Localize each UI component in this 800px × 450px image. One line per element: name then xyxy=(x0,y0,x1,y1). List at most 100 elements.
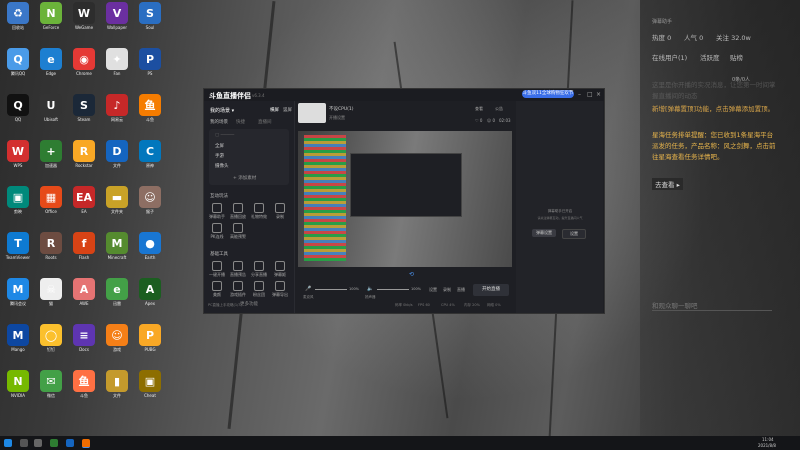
desktop-icon[interactable]: ☺ 游戏 xyxy=(101,324,133,358)
tool-button[interactable]: 美颜 xyxy=(208,281,226,298)
top-link-notice[interactable]: 公告 xyxy=(495,106,503,112)
desktop-icon[interactable]: U Ubisoft xyxy=(35,94,67,128)
desktop-icon[interactable]: ▣ 剪映 xyxy=(2,186,34,220)
desktop-icon[interactable]: ◉ Chrome xyxy=(68,48,100,82)
tab-activity[interactable]: 活跃度 xyxy=(700,52,720,62)
desktop-icon[interactable]: ≡ Docs xyxy=(68,324,100,358)
desktop-icon[interactable]: M 腾讯会议 xyxy=(2,278,34,312)
desktop-icon[interactable]: ▮ 文件 xyxy=(101,370,133,404)
desktop-icon[interactable]: V Wallpaper xyxy=(101,2,133,36)
desktop-icon[interactable]: P PUBG xyxy=(134,324,166,358)
tool-button[interactable]: 直播回放 xyxy=(229,203,247,220)
subtab-my-scene[interactable]: 我的场景 xyxy=(210,119,228,125)
top-link-settings[interactable]: 开播设置 xyxy=(329,115,345,121)
go-view-link[interactable]: 去查看 ▸ xyxy=(652,178,683,190)
desktop-icon[interactable]: M Minecraft xyxy=(101,232,133,266)
desktop-icon[interactable]: R Roots xyxy=(35,232,67,266)
subtab-quick[interactable]: 快捷 xyxy=(236,119,245,125)
desktop-icon[interactable]: ☠ 猫 xyxy=(35,278,67,312)
desktop-icon[interactable]: W WeGame xyxy=(68,2,100,36)
more-features-link[interactable]: 更多功能 xyxy=(240,301,258,307)
minimize-icon[interactable]: – xyxy=(578,91,581,98)
speaker-slider[interactable] xyxy=(377,289,409,290)
window-titlebar[interactable]: 斗鱼直播伴侣 v6.3.4 斗鱼双11全球购物狂欢节 – □ × xyxy=(204,89,604,101)
tool-button[interactable]: 礼物特效 xyxy=(250,203,268,220)
search-icon[interactable] xyxy=(20,439,28,447)
desktop-icon[interactable]: 鱼斗鱼 xyxy=(68,370,100,404)
settings-tool[interactable]: 设置 xyxy=(429,287,437,293)
subtab-room[interactable]: 直播间 xyxy=(258,119,272,125)
mic-slider[interactable] xyxy=(315,289,347,290)
scene-item-mobile[interactable]: 手游 xyxy=(215,153,224,159)
desktop-icon[interactable]: A AWE xyxy=(68,278,100,312)
close-icon[interactable]: × xyxy=(596,91,601,98)
desktop-icon[interactable]: + 加速器 xyxy=(35,140,67,174)
windows-start-icon[interactable] xyxy=(4,439,12,447)
tool-button[interactable]: 录制 xyxy=(271,203,289,220)
tool-button[interactable]: PK连线 xyxy=(208,223,226,240)
desktop-icon[interactable]: W WPS xyxy=(2,140,34,174)
desktop-icon[interactable]: ♪ 网易云 xyxy=(101,94,133,128)
desktop-icon[interactable]: f Flash xyxy=(68,232,100,266)
desktop-icon[interactable]: ▣ Cheat xyxy=(134,370,166,404)
live-tool[interactable]: 直播 xyxy=(457,287,465,293)
desktop-icon[interactable]: S Steam xyxy=(68,94,100,128)
speaker-icon[interactable]: 🔈 xyxy=(367,286,373,292)
start-live-button[interactable]: 开始直播 xyxy=(473,284,509,296)
tab-online-users[interactable]: 在线用户(1) xyxy=(652,52,687,62)
desktop-icon[interactable]: ♻ 回收站 xyxy=(2,2,34,36)
danmaku-settings-button[interactable]: 弹幕设置 xyxy=(532,229,556,237)
task-view-icon[interactable] xyxy=(34,439,42,447)
tool-button[interactable]: 弹幕导出 xyxy=(271,281,289,298)
tool-button[interactable]: 弹幕助手 xyxy=(208,203,226,220)
microphone-icon[interactable]: 🎤 xyxy=(305,286,311,292)
desktop-icon[interactable]: A Apex xyxy=(134,278,166,312)
desktop-icon[interactable]: D 文件 xyxy=(101,140,133,174)
tool-button[interactable]: 直播预告 xyxy=(229,261,247,278)
tool-button[interactable]: 游戏插件 xyxy=(229,281,247,298)
pc-guide-note[interactable]: PC直播上手攻略(1/3) xyxy=(208,303,242,308)
tool-button[interactable]: 一键开播 xyxy=(208,261,226,278)
tool-button[interactable]: 分享直播 xyxy=(250,261,268,278)
desktop-icon[interactable]: ● Earth xyxy=(134,232,166,266)
record-tool[interactable]: 录制 xyxy=(443,287,451,293)
taskbar-douyu-icon[interactable] xyxy=(82,439,90,448)
settings-button[interactable]: 设置 xyxy=(562,229,586,239)
desktop-icon[interactable]: Q 腾讯QQ xyxy=(2,48,34,82)
scene-item-camera[interactable]: 摄像头 xyxy=(215,163,229,169)
desktop-icon[interactable]: N GeForce xyxy=(35,2,67,36)
desktop-icon[interactable]: P PS xyxy=(134,48,166,82)
tab-ranking[interactable]: 贴榜 xyxy=(730,52,743,62)
desktop-icon[interactable]: ◯ 钉钉 xyxy=(35,324,67,358)
taskbar-app-icon[interactable] xyxy=(66,439,74,447)
desktop-icon[interactable]: R Rockstar xyxy=(68,140,100,174)
tab-landscape[interactable]: 横屏 xyxy=(270,107,279,113)
tab-portrait[interactable]: 竖屏 xyxy=(283,107,292,113)
add-source-button[interactable]: + 添加素材 xyxy=(233,175,256,181)
desktop-icon[interactable]: ▬ 文件夹 xyxy=(101,186,133,220)
promo-banner[interactable]: 斗鱼双11全球购物狂欢节 xyxy=(522,90,574,98)
live-preview[interactable] xyxy=(298,131,512,267)
desktop-icon[interactable]: ✦ Fan xyxy=(101,48,133,82)
desktop-icon[interactable]: C 原神 xyxy=(134,140,166,174)
desktop-icon[interactable]: e Edge xyxy=(35,48,67,82)
taskbar-app-icon[interactable] xyxy=(50,439,58,447)
desktop-icon[interactable]: T TeamViewer xyxy=(2,232,34,266)
desktop-icon[interactable]: Q QQ xyxy=(2,94,34,128)
tool-button[interactable]: 粉丝团 xyxy=(250,281,268,298)
desktop-icon[interactable]: S Soul xyxy=(134,2,166,36)
desktop-icon[interactable]: ✉ 微信 xyxy=(35,370,67,404)
desktop-icon[interactable]: ☺ 猴子 xyxy=(134,186,166,220)
desktop-icon[interactable]: 鱼斗鱼 xyxy=(134,94,166,128)
chat-input[interactable]: 和观众聊一聊吧 xyxy=(652,300,772,311)
desktop-icon[interactable]: e 迅雷 xyxy=(101,278,133,312)
desktop-icon[interactable]: EA EA xyxy=(68,186,100,220)
desktop-icon[interactable]: M Mango xyxy=(2,324,34,358)
desktop-icon[interactable]: ▦ Office xyxy=(35,186,67,220)
desktop-icon[interactable]: N NVIDIA xyxy=(2,370,34,404)
source-thumbnail[interactable] xyxy=(298,103,326,123)
scene-title[interactable]: 我的场景 ▾ xyxy=(210,107,234,114)
tool-button[interactable]: 弹幕姬 xyxy=(271,261,289,278)
tool-button[interactable]: 高能预警 xyxy=(229,223,247,240)
maximize-icon[interactable]: □ xyxy=(587,91,593,98)
